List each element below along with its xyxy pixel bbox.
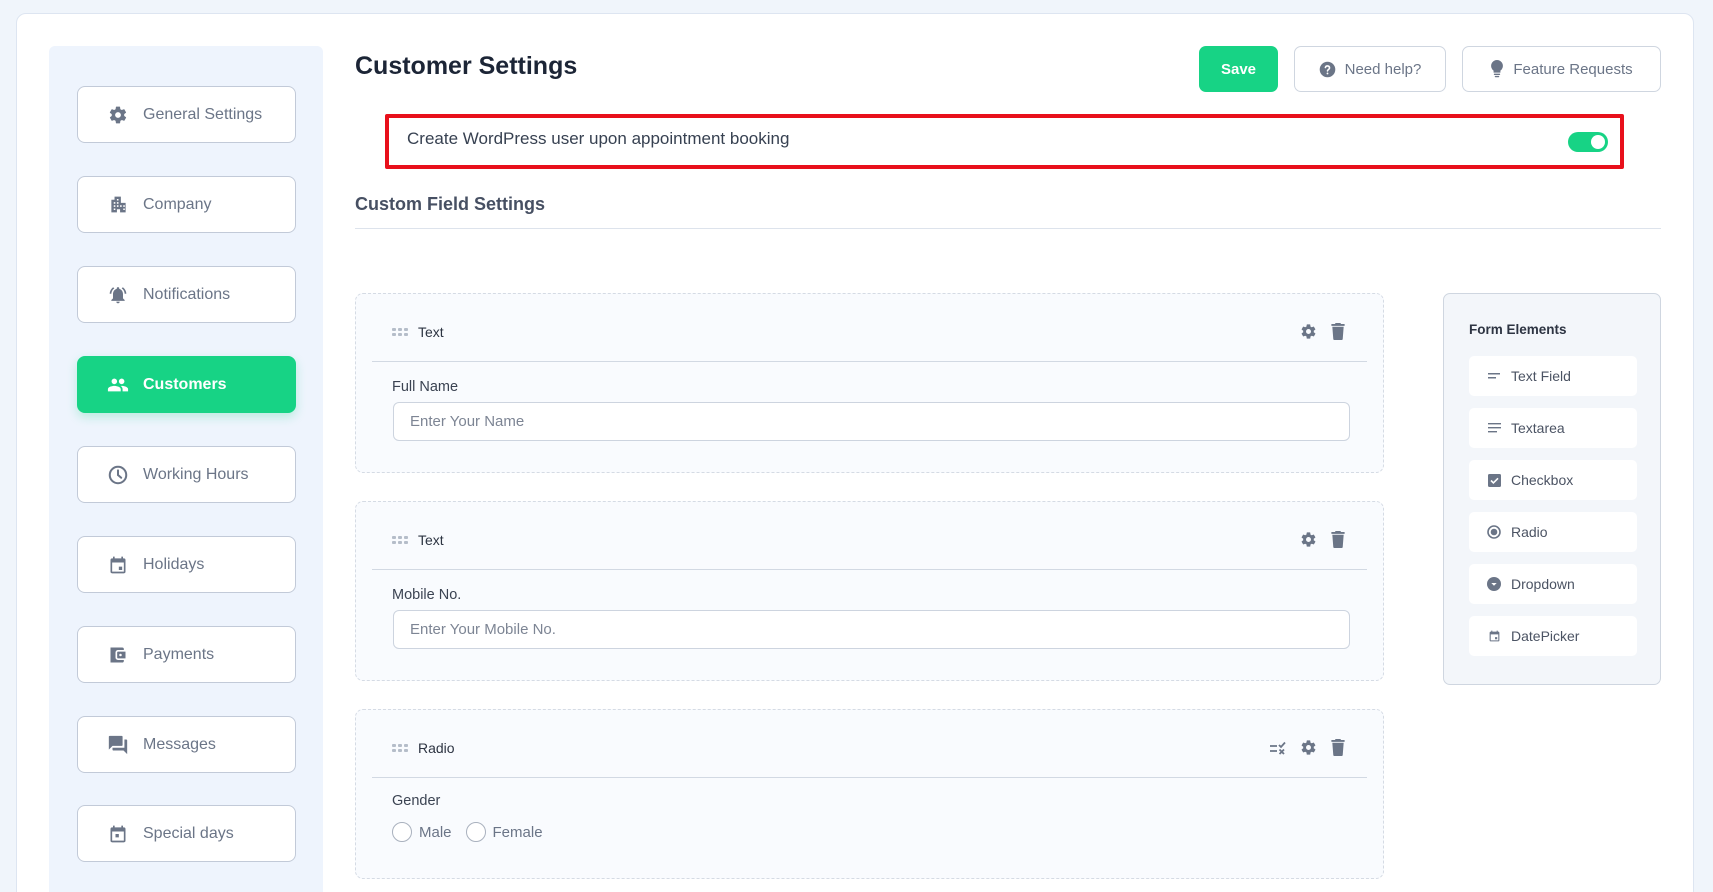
full-name-input[interactable]: [393, 402, 1350, 441]
field-card-header: Text: [372, 294, 1367, 362]
field-type-label: Text: [418, 531, 444, 548]
paragraph-icon: [1487, 423, 1501, 433]
sidebar-item-label: Customers: [143, 375, 227, 393]
clock-icon: [107, 464, 129, 486]
dropdown-icon: [1487, 577, 1501, 591]
gear-icon[interactable]: [1300, 531, 1317, 548]
save-button[interactable]: Save: [1199, 46, 1278, 92]
sidebar-item-working-hours[interactable]: Working Hours: [77, 446, 296, 503]
sidebar-item-payments[interactable]: Payments: [77, 626, 296, 683]
gender-radio-group: Male Female: [392, 822, 543, 842]
form-element-radio[interactable]: Radio: [1469, 512, 1637, 552]
sidebar-item-label: Messages: [143, 735, 216, 753]
sidebar-item-label: Special days: [143, 824, 234, 842]
sidebar-item-messages[interactable]: Messages: [77, 716, 296, 773]
calendar-icon: [1487, 629, 1501, 643]
checkbox-icon: [1487, 473, 1501, 487]
radio-button[interactable]: [465, 822, 486, 842]
sidebar-item-company[interactable]: Company: [77, 176, 296, 233]
create-wp-user-setting: Create WordPress user upon appointment b…: [385, 114, 1624, 169]
form-element-datepicker[interactable]: DatePicker: [1469, 616, 1637, 656]
form-element-label: DatePicker: [1511, 628, 1580, 644]
form-elements-panel: Form Elements Text Field Textarea Checkb…: [1443, 293, 1661, 685]
wallet-icon: [107, 644, 129, 666]
gear-icon: [107, 104, 129, 126]
sidebar-item-special-days[interactable]: Special days: [77, 805, 296, 862]
form-element-label: Checkbox: [1511, 472, 1574, 488]
sidebar-item-label: Holidays: [143, 555, 205, 573]
trash-icon[interactable]: [1331, 531, 1345, 548]
chat-icon: [107, 734, 129, 756]
radio-option-label: Female: [492, 823, 543, 841]
radio-icon: [1487, 525, 1501, 539]
form-element-dropdown[interactable]: Dropdown: [1469, 564, 1637, 604]
drag-handle-icon[interactable]: [392, 743, 408, 752]
feature-requests-button[interactable]: Feature Requests: [1462, 46, 1661, 92]
bell-ring-icon: [107, 284, 129, 306]
create-wp-user-toggle[interactable]: [1568, 131, 1608, 152]
sidebar-item-label: General Settings: [143, 105, 263, 123]
gear-icon[interactable]: [1300, 739, 1317, 756]
field-card-header: Radio: [372, 710, 1367, 778]
lightbulb-icon: [1490, 60, 1504, 78]
sidebar-item-customers[interactable]: Customers: [77, 356, 296, 413]
building-icon: [107, 194, 129, 216]
sidebar-item-label: Payments: [143, 645, 215, 663]
mobile-no-input[interactable]: [393, 610, 1350, 649]
short-text-icon: [1487, 372, 1501, 380]
form-element-label: Dropdown: [1511, 576, 1575, 592]
form-element-label: Text Field: [1511, 368, 1571, 384]
radio-button[interactable]: [392, 822, 412, 842]
divider: [355, 228, 1661, 229]
form-element-label: Radio: [1511, 524, 1548, 540]
trash-icon[interactable]: [1331, 323, 1345, 340]
field-type-label: Radio: [418, 739, 455, 756]
sidebar-item-label: Company: [143, 195, 212, 213]
radio-option-male[interactable]: Male: [392, 822, 452, 842]
field-card-header: Text: [372, 502, 1367, 570]
drag-handle-icon[interactable]: [392, 535, 408, 544]
sidebar-item-label: Notifications: [143, 285, 231, 303]
form-element-label: Textarea: [1511, 420, 1565, 436]
calendar-icon: [107, 823, 129, 845]
drag-handle-icon[interactable]: [392, 327, 408, 336]
gear-icon[interactable]: [1300, 323, 1317, 340]
custom-field-card: Text Full Name: [355, 293, 1384, 473]
custom-field-card: Radio Gender Male Female: [355, 709, 1384, 879]
sidebar-item-notifications[interactable]: Notifications: [77, 266, 296, 323]
need-help-label: Need help?: [1344, 60, 1422, 78]
page-title: Customer Settings: [355, 52, 578, 80]
custom-field-card: Text Mobile No.: [355, 501, 1384, 681]
feature-requests-label: Feature Requests: [1513, 60, 1633, 78]
sidebar-item-general-settings[interactable]: General Settings: [77, 86, 296, 143]
edit-options-icon[interactable]: [1269, 741, 1286, 755]
calendar-icon: [107, 554, 129, 576]
field-label: Full Name: [392, 379, 459, 395]
users-icon: [107, 374, 129, 396]
form-element-checkbox[interactable]: Checkbox: [1469, 460, 1637, 500]
question-circle-icon: [1319, 61, 1336, 78]
sidebar-item-label: Working Hours: [143, 465, 249, 483]
trash-icon[interactable]: [1331, 739, 1345, 756]
field-label: Gender: [392, 793, 441, 809]
form-element-textarea[interactable]: Textarea: [1469, 408, 1637, 448]
radio-option-label: Male: [419, 823, 452, 841]
sidebar-item-holidays[interactable]: Holidays: [77, 536, 296, 593]
field-type-label: Text: [418, 323, 444, 340]
form-element-text-field[interactable]: Text Field: [1469, 356, 1637, 396]
custom-field-settings-title: Custom Field Settings: [355, 194, 546, 214]
create-wp-user-label: Create WordPress user upon appointment b…: [407, 128, 790, 148]
need-help-button[interactable]: Need help?: [1294, 46, 1446, 92]
radio-option-female[interactable]: Female: [465, 822, 543, 842]
form-elements-title: Form Elements: [1469, 322, 1567, 337]
field-label: Mobile No.: [392, 587, 462, 603]
